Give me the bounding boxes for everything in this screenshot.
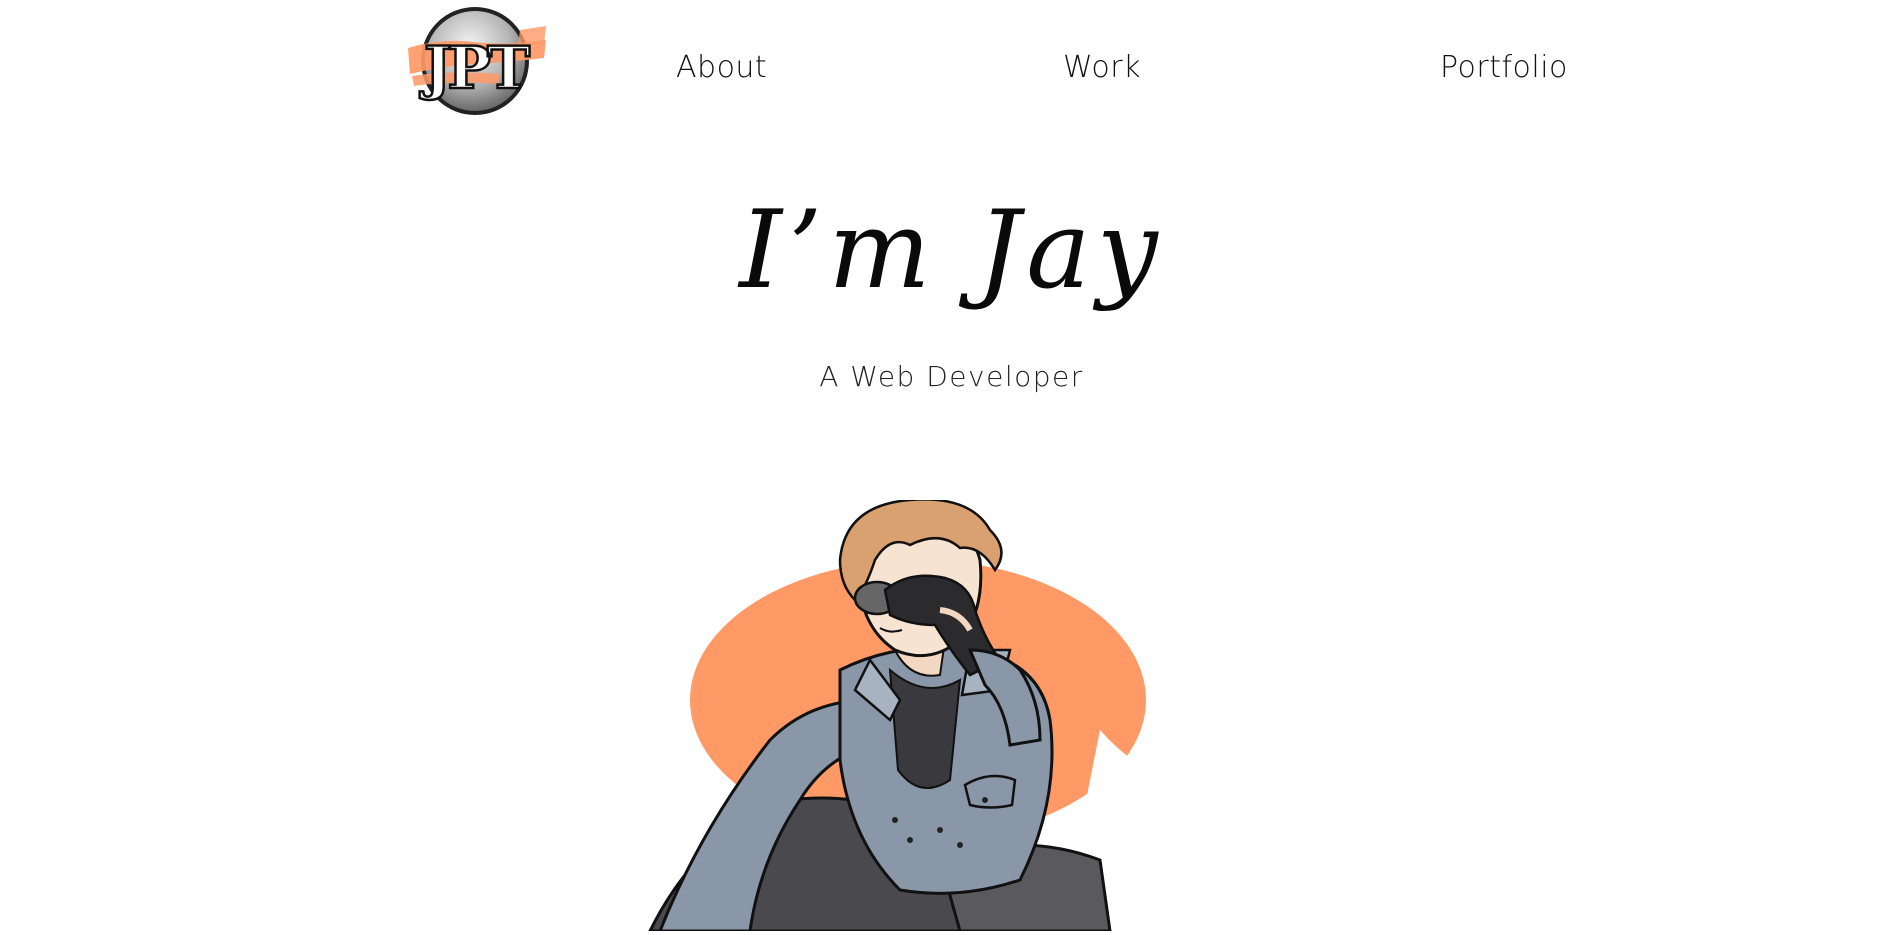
hero-subtitle: A Web Developer [819, 360, 1084, 393]
site-logo[interactable]: JPT [400, 4, 550, 116]
character-drawing [647, 498, 1280, 933]
nav-portfolio-link[interactable]: Portfolio [1440, 50, 1568, 85]
site-header: JPT About Work Portfolio [0, 0, 1903, 140]
logo-graphic: JPT [408, 7, 546, 115]
hero-illustration [640, 498, 1280, 933]
logo-lettering: JPT [419, 34, 530, 102]
nav-work-link[interactable]: Work [1063, 50, 1141, 85]
nav-about-link[interactable]: About [676, 50, 767, 85]
hero-title: I’m Jay [739, 188, 1164, 313]
